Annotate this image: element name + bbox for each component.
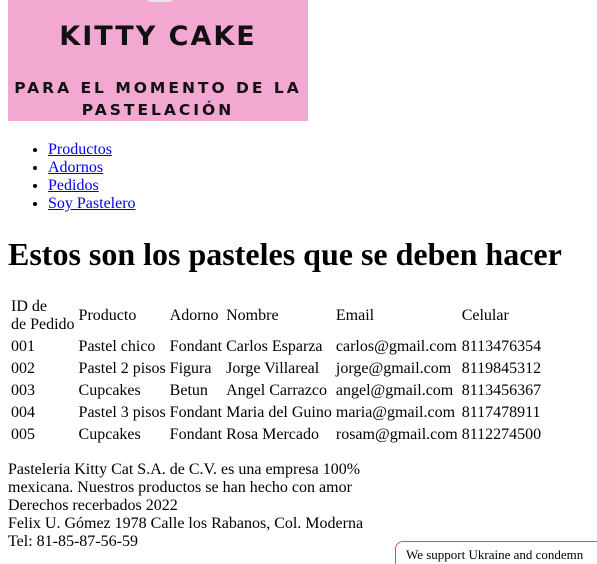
footer-line-1: Pasteleria Kitty Cat S.A. de C.V. es una… [8,461,361,478]
table-row: 002 Pastel 2 pisos Figura Jorge Villarea… [10,359,542,379]
cell-nombre: Jorge Villareal [226,360,320,377]
cell-nombre: Rosa Mercado [226,426,319,443]
nav-item-pedidos: Pedidos [48,177,136,195]
banner-text: We support Ukraine and condemn [406,547,584,562]
nav-item-productos: Productos [48,141,136,159]
header-adorno: Adorno [169,307,219,324]
cell-nombre: Carlos Esparza [226,338,323,355]
cell-adorno: Fondant [169,404,223,421]
cell-celular: 8117478911 [461,404,541,421]
footer-line-4: Felix U. Gómez 1978 Calle los Rabanos, C… [8,515,364,532]
cell-nombre: Maria del Guino [226,404,332,421]
table-row: 005 Cupcakes Fondant Rosa Mercado rosam@… [10,425,542,445]
cell-adorno: Figura [169,360,212,377]
cell-adorno: Fondant [169,338,223,355]
header-nombre: Nombre [226,307,279,324]
cell-email: jorge@gmail.com [335,360,452,377]
logo-subtitle-line-1: PARA EL MOMENTO DE LA [14,79,302,97]
header-id-line-2: de Pedido [11,316,75,333]
table-row: 003 Cupcakes Betun Angel Carrazco angel@… [10,381,542,401]
cell-producto: Cupcakes [78,426,141,443]
header-id-line-1: ID de [11,298,47,315]
cell-nombre: Angel Carrazco [226,382,327,399]
kitty-cake-logo: KITTY CAKE PARA EL MOMENTO DE LA PASTELA… [8,0,308,121]
cell-id: 004 [11,404,35,421]
nav-link-adornos[interactable]: Adornos [48,159,103,176]
nav-link-productos[interactable]: Productos [48,141,112,158]
cell-celular: 8119845312 [461,360,542,377]
ukraine-support-banner[interactable]: We support Ukraine and condemn [395,541,597,564]
cell-celular: 8113476354 [461,338,542,355]
nav-link-soy-pastelero[interactable]: Soy Pastelero [48,195,136,212]
cell-celular: 8112274500 [461,426,542,443]
logo-subtitle: PARA EL MOMENTO DE LA PASTELACIÓN [8,77,308,121]
page: KITTY CAKE PARA EL MOMENTO DE LA PASTELA… [0,0,597,564]
logo-subtitle-line-2: PASTELACIÓN [81,101,235,119]
table-header-row: ID de de Pedido Producto Adorno Nombre Em… [10,297,542,335]
cell-id: 001 [11,338,35,355]
nav-item-adornos: Adornos [48,159,136,177]
header-celular: Celular [461,307,509,324]
cell-adorno: Betun [169,382,208,399]
page-heading: Estos son los pasteles que se deben hace… [8,236,562,272]
cell-id: 005 [11,426,35,443]
table-row: 004 Pastel 3 pisos Fondant Maria del Gui… [10,403,542,423]
cell-email: rosam@gmail.com [335,426,458,443]
cell-producto: Pastel 3 pisos [78,404,166,421]
cell-adorno: Fondant [169,426,223,443]
cell-email: carlos@gmail.com [335,338,457,355]
cell-celular: 8113456367 [461,382,542,399]
cell-producto: Pastel chico [78,338,156,355]
footer-line-5: Tel: 81-85-87-56-59 [8,533,138,550]
table-row: 001 Pastel chico Fondant Carlos Esparza … [10,337,542,357]
cell-id: 003 [11,382,35,399]
cell-email: maria@gmail.com [335,404,456,421]
orders-table: ID de de Pedido Producto Adorno Nombre Em… [8,295,544,447]
main-nav: Productos Adornos Pedidos Soy Pastelero [8,141,136,213]
footer-line-2: mexicana. Nuestros productos se han hech… [8,479,352,496]
header-email: Email [335,307,375,324]
nav-link-pedidos[interactable]: Pedidos [48,177,99,194]
cat-ears-graphic [143,0,177,2]
cell-email: angel@gmail.com [335,382,454,399]
cell-producto: Cupcakes [78,382,141,399]
cell-id: 002 [11,360,35,377]
header-id: ID de de Pedido [10,297,76,335]
cell-producto: Pastel 2 pisos [78,360,166,377]
header-producto: Producto [78,307,137,324]
logo-title: KITTY CAKE [59,21,257,52]
footer-line-3: Derechos recerbados 2022 [8,497,178,514]
nav-item-soy-pastelero: Soy Pastelero [48,195,136,213]
footer-text: Pasteleria Kitty Cat S.A. de C.V. es una… [8,461,363,551]
